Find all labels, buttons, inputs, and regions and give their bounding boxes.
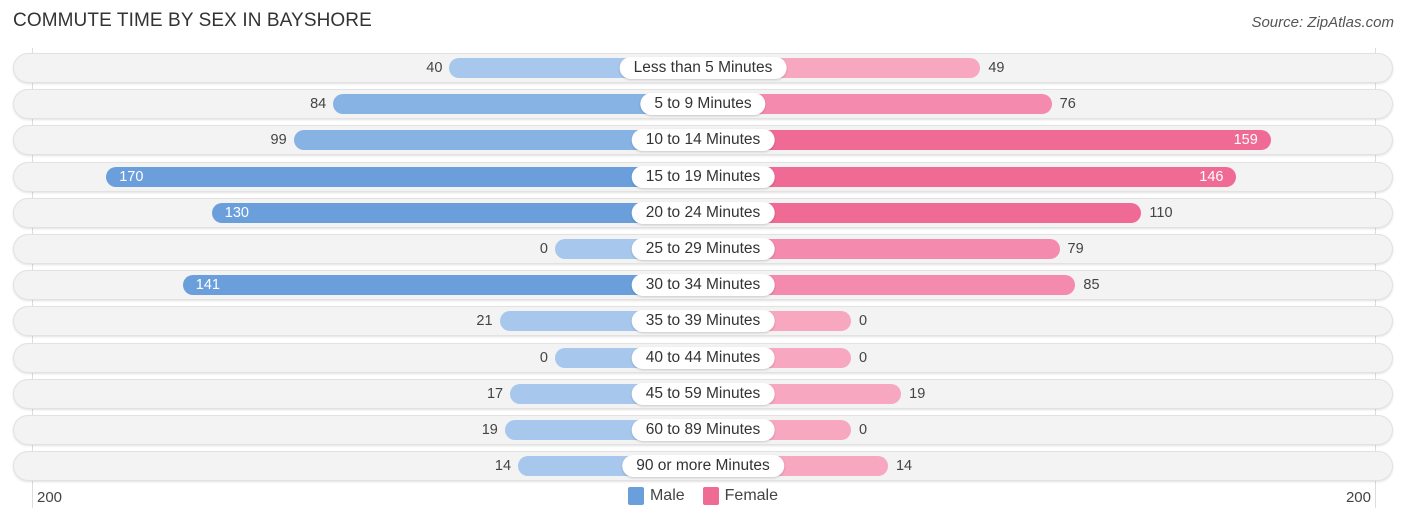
female-bar[interactable] xyxy=(703,130,1271,151)
category-label: 90 or more Minutes xyxy=(622,455,784,478)
female-value-label: 79 xyxy=(1067,241,1084,257)
female-value-label: 146 xyxy=(1199,168,1224,185)
female-value-label: 85 xyxy=(1083,277,1100,294)
legend-item-female[interactable]: Female xyxy=(702,487,779,505)
female-value-label: 110 xyxy=(1149,204,1173,221)
female-value-label: 76 xyxy=(1059,96,1076,113)
female-value-label: 0 xyxy=(859,313,868,330)
male-value-label: 99 xyxy=(270,132,287,149)
male-value-label: 40 xyxy=(426,60,443,76)
legend-label-male: Male xyxy=(649,487,685,504)
male-bar[interactable] xyxy=(211,202,703,223)
male-bar[interactable] xyxy=(182,275,703,296)
legend-item-male[interactable]: Male xyxy=(627,487,685,505)
category-label: 40 to 44 Minutes xyxy=(631,346,775,369)
category-label: 5 to 9 Minutes xyxy=(640,93,766,116)
female-swatch-icon xyxy=(702,487,719,505)
category-label: 20 to 24 Minutes xyxy=(631,201,775,224)
chart-title: COMMUTE TIME BY SEX IN BAYSHORE xyxy=(13,10,372,31)
male-value-label: 130 xyxy=(224,204,249,221)
male-swatch-icon xyxy=(627,487,644,505)
category-label: 45 to 59 Minutes xyxy=(631,382,775,405)
female-value-label: 19 xyxy=(909,385,926,402)
male-value-label: 170 xyxy=(119,168,144,185)
male-value-label: 19 xyxy=(481,422,498,438)
male-value-label: 84 xyxy=(310,96,327,113)
female-value-label: 159 xyxy=(1233,132,1258,149)
female-bar[interactable] xyxy=(703,166,1237,187)
female-value-label: 14 xyxy=(895,458,913,475)
male-bar[interactable] xyxy=(106,166,703,187)
legend: Male Female xyxy=(0,487,1406,505)
male-value-label: 141 xyxy=(195,277,220,294)
category-label: Less than 5 Minutes xyxy=(619,57,787,79)
male-value-label: 14 xyxy=(494,458,512,475)
male-value-label: 17 xyxy=(486,385,504,402)
category-label: 30 to 34 Minutes xyxy=(631,274,775,297)
male-value-label: 0 xyxy=(539,349,548,366)
category-label: 25 to 29 Minutes xyxy=(631,238,775,260)
category-label: 10 to 14 Minutes xyxy=(631,129,775,152)
female-value-label: 0 xyxy=(859,349,868,366)
female-value-label: 0 xyxy=(859,422,868,438)
category-label: 15 to 19 Minutes xyxy=(631,165,775,188)
category-label: 35 to 39 Minutes xyxy=(631,310,775,333)
category-label: 60 to 89 Minutes xyxy=(631,419,775,441)
male-value-label: 21 xyxy=(476,313,493,330)
legend-label-female: Female xyxy=(724,487,779,504)
source-credit: Source: ZipAtlas.com xyxy=(1251,14,1394,31)
male-value-label: 0 xyxy=(539,241,548,257)
female-value-label: 49 xyxy=(988,60,1005,76)
